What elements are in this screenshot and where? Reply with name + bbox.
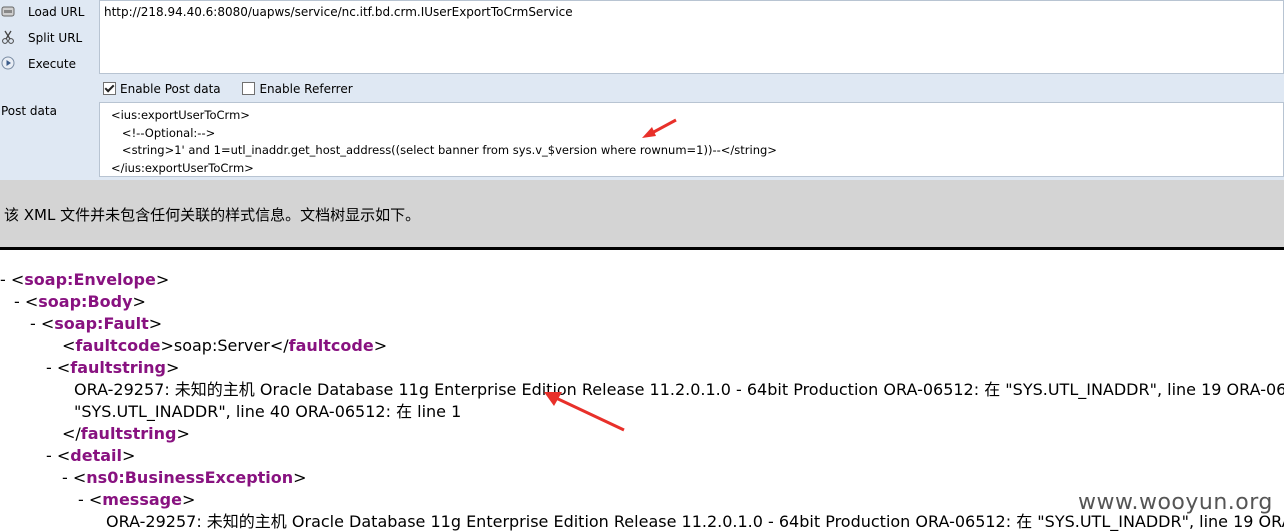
collapse-toggle[interactable]: - xyxy=(46,446,52,465)
enable-referrer-checkbox[interactable] xyxy=(242,82,256,95)
xml-node-faultstring-close: </faultstring> xyxy=(62,424,190,443)
xml-tag: faultstring xyxy=(80,424,177,443)
enable-post-label: Enable Post data xyxy=(120,82,221,96)
collapse-toggle[interactable]: - xyxy=(62,468,68,487)
xml-tag: soap:Fault xyxy=(54,314,149,333)
post-line: <ius:exportUserToCrm> xyxy=(100,108,250,122)
url-input[interactable]: http://218.94.40.6:8080/uapws/service/nc… xyxy=(99,0,1284,74)
post-data-label: Post data xyxy=(1,104,57,118)
red-arrow-icon xyxy=(544,392,625,432)
enable-post-option[interactable]: Enable Post data xyxy=(99,78,221,100)
red-arrow-icon xyxy=(642,118,677,138)
xml-tag: soap:Envelope xyxy=(24,270,156,289)
collapse-toggle[interactable]: - xyxy=(46,358,52,377)
collapse-toggle[interactable]: - xyxy=(30,314,36,333)
xml-node-faultstring: - <faultstring> xyxy=(46,358,180,377)
scissors-icon xyxy=(2,30,14,44)
post-line: <string>1' and 1=utl_inaddr.get_host_add… xyxy=(100,143,777,157)
enable-post-checkbox[interactable] xyxy=(103,82,116,95)
load-url-label: Load URL xyxy=(28,5,85,19)
split-url-label: Split URL xyxy=(28,31,83,45)
collapse-toggle[interactable]: - xyxy=(14,292,20,311)
split-url-button[interactable]: Split URL xyxy=(0,26,96,50)
xml-node-faultcode: <faultcode>soap:Server</faultcode> xyxy=(62,336,388,355)
load-url-button[interactable]: Load URL xyxy=(0,0,96,24)
xml-node-body: - <soap:Body> xyxy=(14,292,146,311)
options-row: Enable Post data Enable Referrer xyxy=(99,78,367,100)
xml-node-message: - <message> xyxy=(78,490,196,509)
faultstring-text-line: "SYS.UTL_INADDR", line 40 ORA-06512: 在 l… xyxy=(74,402,462,421)
xml-node-business-exception: - <ns0:BusinessException> xyxy=(62,468,307,487)
xml-node-fault: - <soap:Fault> xyxy=(30,314,163,333)
load-url-icon xyxy=(1,6,15,17)
xml-tag: faultcode xyxy=(75,336,161,355)
execute-button[interactable]: Execute xyxy=(0,52,96,76)
enable-referrer-option[interactable]: Enable Referrer xyxy=(238,78,353,100)
collapse-toggle[interactable]: - xyxy=(78,490,84,509)
post-line: </ius:exportUserToCrm> xyxy=(100,160,254,175)
xml-tag: soap:Body xyxy=(38,292,133,311)
xml-node-detail: - <detail> xyxy=(46,446,136,465)
xml-tag: message xyxy=(102,490,182,509)
xml-info-bar: 该 XML 文件并未包含任何关联的样式信息。文档树显示如下。 xyxy=(0,180,1284,250)
hackbar-toolbar: Load URL Split URL Execute http://218.94… xyxy=(0,0,1284,180)
xml-node-envelope: - <soap:Envelope> xyxy=(0,270,170,289)
post-data-textarea[interactable]: <ius:exportUserToCrm> <!--Optional:--> <… xyxy=(99,102,1284,177)
play-icon xyxy=(1,56,15,70)
xml-tag: detail xyxy=(70,446,122,465)
execute-label: Execute xyxy=(28,57,76,71)
faultstring-text-line: ORA-29257: 未知的主机 Oracle Database 11g Ent… xyxy=(74,380,1284,399)
xml-tag: faultstring xyxy=(70,358,166,377)
collapse-toggle[interactable]: - xyxy=(0,270,6,289)
watermark: www.wooyun.org xyxy=(1078,490,1273,515)
faultcode-value: soap:Server xyxy=(173,336,270,355)
post-line: <!--Optional:--> xyxy=(100,125,216,140)
enable-referrer-label: Enable Referrer xyxy=(259,82,353,96)
xml-tag: ns0:BusinessException xyxy=(86,468,294,487)
xml-tag: faultcode xyxy=(288,336,374,355)
